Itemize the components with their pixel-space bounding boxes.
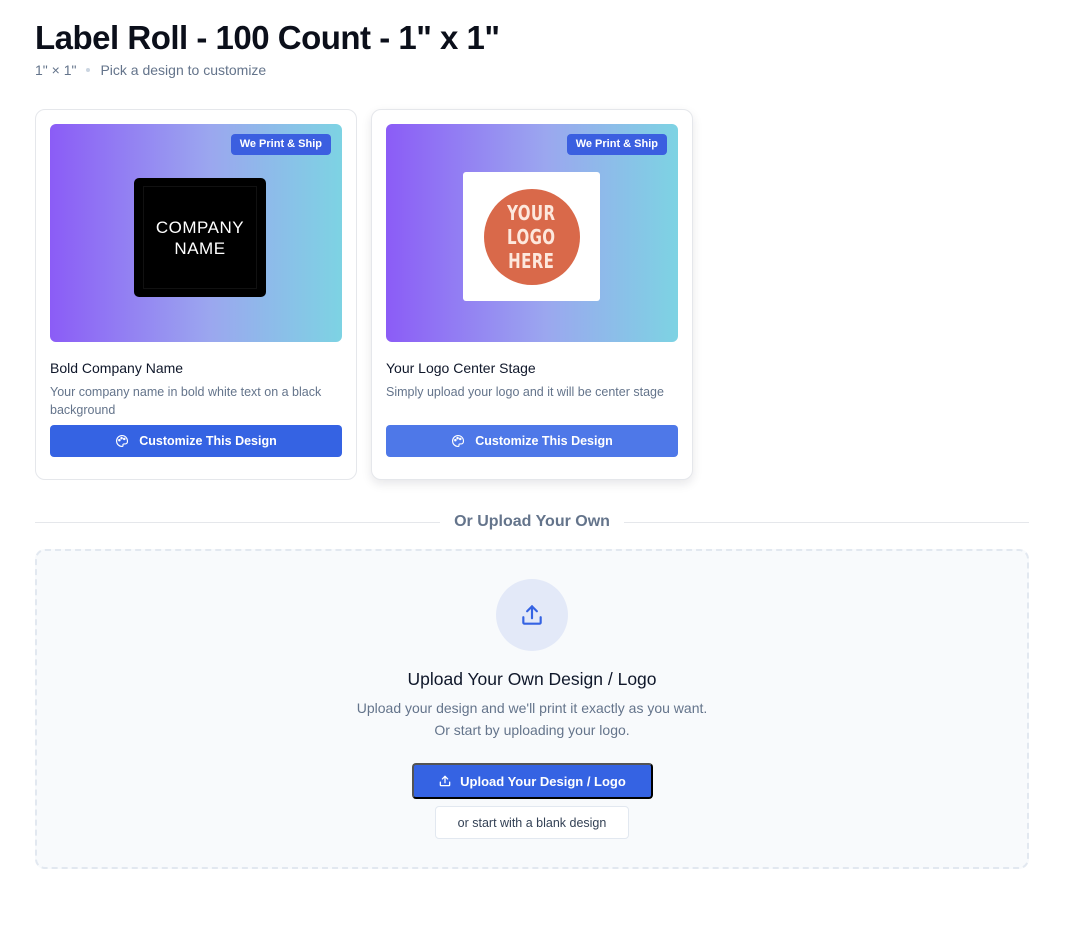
palette-icon	[452, 435, 465, 447]
design-card-bold-company-name[interactable]: We Print & Ship COMPANY NAME Bold Compan…	[35, 109, 357, 480]
customize-button-label: Customize This Design	[139, 434, 277, 448]
upload-description-line-1: Upload your design and we'll print it ex…	[356, 700, 708, 716]
upload-description-line-2: Or start by uploading your logo.	[434, 722, 630, 738]
subtitle: 1" × 1" Pick a design to customize	[35, 61, 1029, 79]
upload-title: Upload Your Own Design / Logo	[407, 669, 657, 689]
palette-icon	[116, 435, 129, 447]
divider-line-left	[35, 521, 441, 523]
separator-dot	[86, 68, 91, 72]
design-preview[interactable]: We Print & Ship COMPANY NAME	[50, 124, 342, 342]
design-description: Simply upload your logo and it will be c…	[386, 385, 664, 399]
design-title: Bold Company Name	[50, 360, 184, 376]
page-title: Label Roll - 100 Count - 1" x 1"	[35, 19, 500, 56]
customize-button[interactable]: Customize This Design	[386, 425, 678, 457]
blank-design-button[interactable]: or start with a blank design	[435, 806, 629, 839]
upload-icon	[439, 775, 451, 787]
size-label: 1" × 1"	[35, 62, 77, 78]
divider-label: Or Upload Your Own	[454, 513, 610, 530]
label-preview: COMPANY NAME	[134, 178, 266, 297]
print-ship-badge: We Print & Ship	[566, 134, 667, 155]
label-line-2: NAME	[174, 238, 226, 258]
design-title: Your Logo Center Stage	[386, 360, 536, 376]
upload-dropzone[interactable]: Upload Your Own Design / Logo Upload you…	[35, 549, 1029, 869]
customize-button-label: Customize This Design	[475, 434, 613, 448]
label-preview: YOUR LOGO HERE	[463, 172, 600, 301]
design-grid: We Print & Ship COMPANY NAME Bold Compan…	[35, 109, 693, 480]
upload-description: Upload your design and we'll print it ex…	[37, 697, 1027, 741]
design-preview[interactable]: We Print & Ship YOUR LOGO HERE	[386, 124, 678, 342]
page: Label Roll - 100 Count - 1" x 1" 1" × 1"…	[35, 18, 1030, 869]
logo-placeholder-text: YOUR LOGO HERE	[507, 200, 556, 273]
upload-icon-circle	[496, 579, 568, 651]
print-ship-badge: We Print & Ship	[230, 134, 331, 155]
design-description: Your company name in bold white text on …	[50, 385, 322, 417]
design-card-logo-center-stage[interactable]: We Print & Ship YOUR LOGO HERE Your Logo…	[371, 109, 693, 480]
upload-design-button[interactable]: Upload Your Design / Logo	[411, 763, 653, 799]
upload-divider: Or Upload Your Own	[35, 512, 1030, 532]
upload-icon	[522, 605, 542, 625]
divider-line-right	[623, 521, 1030, 523]
label-line-1: COMPANY	[155, 217, 245, 237]
label-preview-text: COMPANY NAME	[156, 217, 244, 259]
hint-label: Pick a design to customize	[100, 62, 267, 78]
customize-button[interactable]: Customize This Design	[50, 425, 342, 457]
logo-placeholder: YOUR LOGO HERE	[483, 188, 580, 285]
upload-design-button-label: Upload Your Design / Logo	[460, 773, 626, 789]
